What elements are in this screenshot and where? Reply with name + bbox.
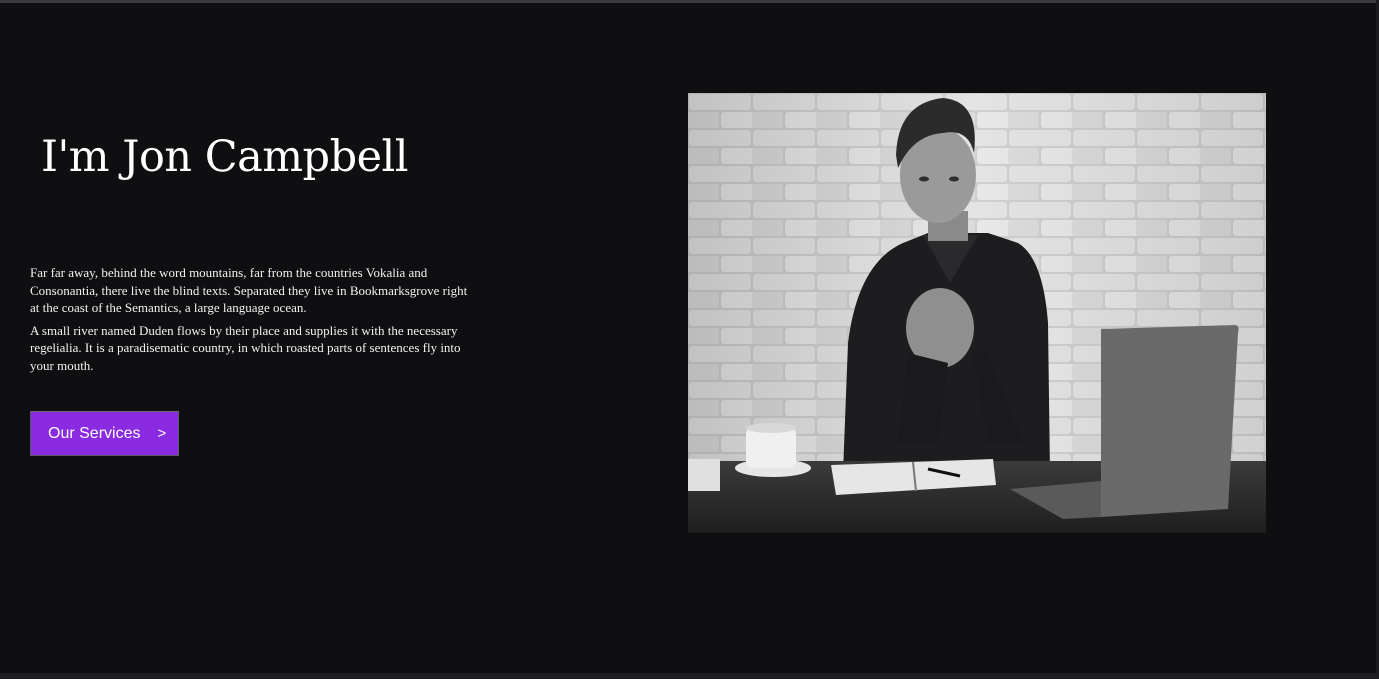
portrait-photo (688, 93, 1266, 533)
our-services-button[interactable]: Our Services > (30, 411, 179, 456)
top-border (0, 0, 1379, 3)
hero-title: I'm Jon Campbell (41, 132, 409, 182)
intro-paragraph: Far far away, behind the word mountains,… (30, 265, 468, 315)
coffee-cup (746, 428, 796, 468)
intro-paragraph: A small river named Duden flows by their… (30, 322, 461, 373)
chevron-right-icon: > (157, 425, 167, 442)
laptop (1101, 325, 1239, 517)
hero-intro: Far far away, behind the word mountains,… (30, 264, 470, 379)
bottom-border (0, 673, 1379, 679)
our-services-label: Our Services (48, 424, 141, 442)
